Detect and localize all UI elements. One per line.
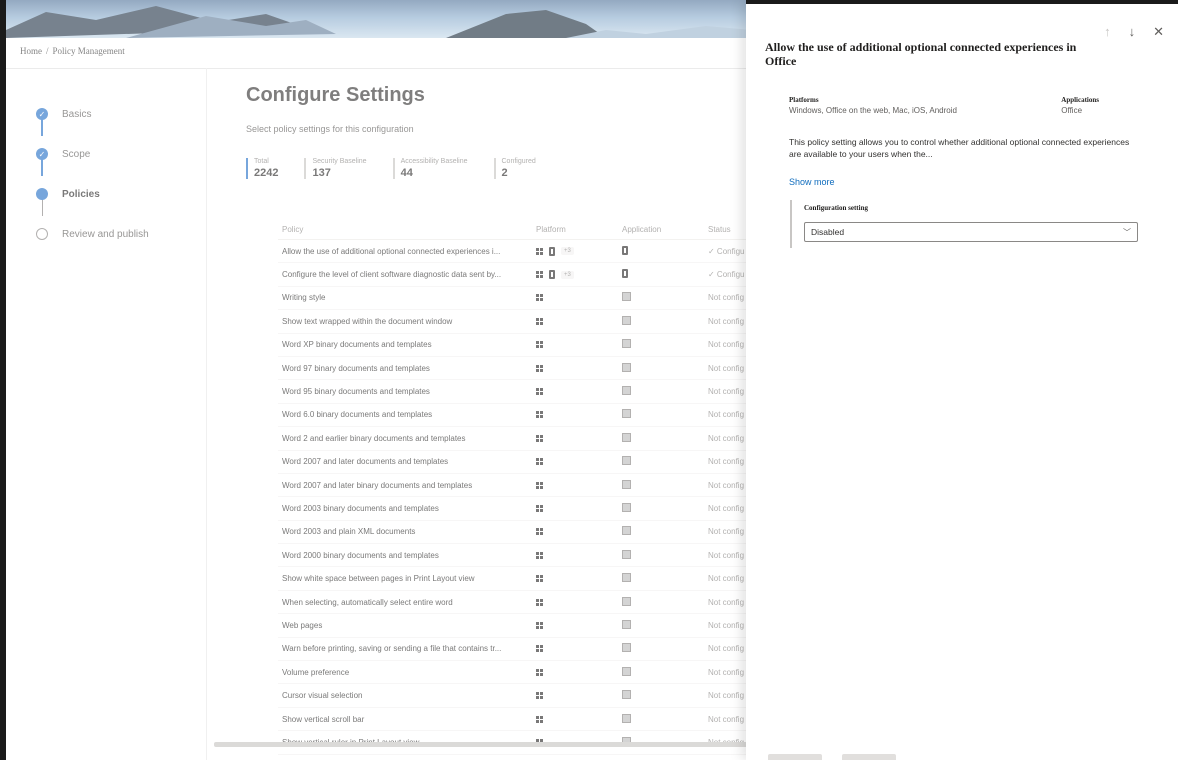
panel-nav: ↑ ↓ ✕	[1104, 24, 1164, 40]
configuration-label: Configuration setting	[804, 204, 868, 212]
applications-label: Applications	[1061, 96, 1099, 104]
arrow-up-icon[interactable]: ↑	[1104, 24, 1111, 40]
main-page: Home / Policy Management ✓ Basics ✓ Scope …	[0, 0, 746, 760]
policy-description: This policy setting allows you to contro…	[789, 137, 1130, 159]
panel-title: Allow the use of additional optional con…	[765, 40, 1077, 68]
panel-footer	[768, 754, 896, 760]
dropdown-value: Disabled	[811, 227, 845, 237]
platforms-section: Platforms Windows, Office on the web, Ma…	[789, 96, 957, 115]
cancel-button[interactable]	[842, 754, 896, 760]
chevron-down-icon: ﹀	[1123, 227, 1131, 237]
show-more-link[interactable]: Show more	[789, 177, 835, 187]
policy-detail-panel: ↑ ↓ ✕ Allow the use of additional option…	[746, 0, 1178, 760]
configuration-section: Configuration setting Disabled ﹀	[790, 200, 1140, 248]
arrow-down-icon[interactable]: ↓	[1129, 24, 1136, 40]
save-button[interactable]	[768, 754, 822, 760]
platforms-label: Platforms	[789, 96, 819, 104]
overlay-scrim[interactable]	[6, 0, 746, 760]
close-icon[interactable]: ✕	[1153, 24, 1164, 40]
panel-meta: Platforms Windows, Office on the web, Ma…	[789, 96, 1119, 115]
configuration-dropdown[interactable]: Disabled ﹀	[804, 222, 1138, 242]
platforms-value: Windows, Office on the web, Mac, iOS, An…	[789, 106, 957, 115]
applications-section: Applications Office	[1061, 96, 1099, 115]
applications-value: Office	[1061, 106, 1083, 115]
